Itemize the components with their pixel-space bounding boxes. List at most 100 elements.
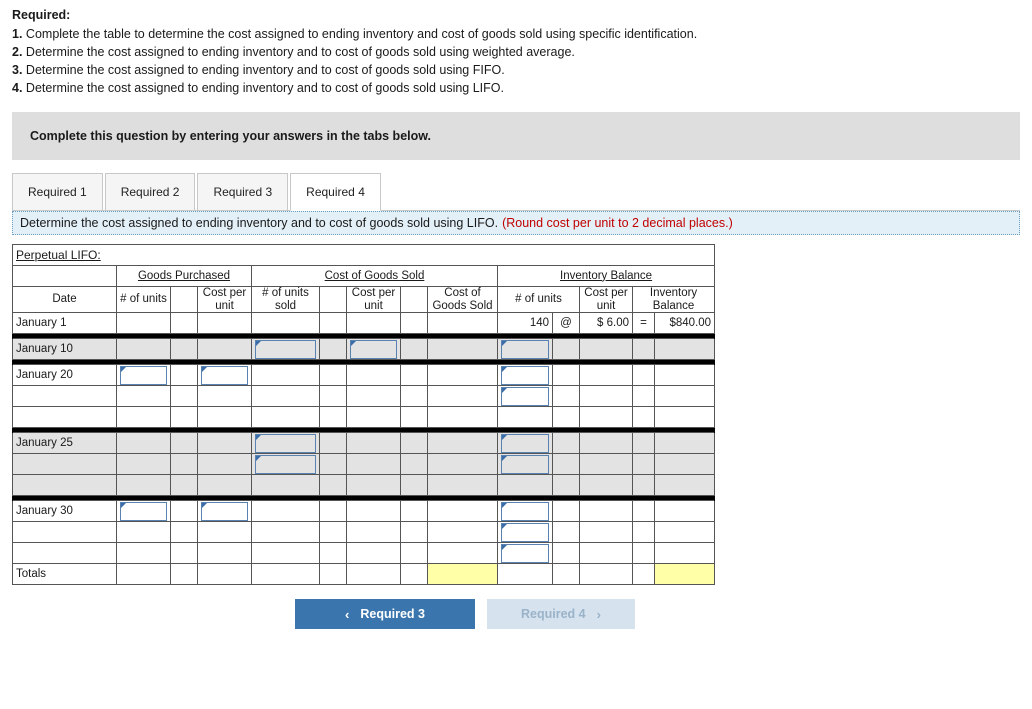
input-j25b-cogs-units[interactable]	[255, 454, 316, 474]
cell-j10-cogs-units[interactable]	[251, 338, 320, 360]
cell-j25-cogs-units[interactable]	[251, 432, 320, 454]
input-j30c-ib-units[interactable]	[501, 543, 549, 563]
input-j20b-ib-units[interactable]	[501, 386, 549, 406]
cell-j30-cogs-total	[427, 500, 498, 522]
cell-tot-ib-units	[497, 563, 553, 585]
input-j25-ib-units[interactable]	[501, 433, 549, 453]
table-row-january-30-line3	[12, 542, 716, 564]
instruction-rounding-note: (Round cost per unit to 2 decimal places…	[502, 216, 733, 230]
cell-j1-ib-at: @	[552, 312, 580, 334]
table-row-january-1: January 1 140 @ $ 6.00 = $840.00	[12, 312, 716, 334]
cell-j30-gp-cost[interactable]	[197, 500, 252, 522]
cell-j30-gp-units[interactable]	[116, 500, 171, 522]
cell-j25c-ib-cost	[579, 474, 633, 496]
cell-j30-ib-eq	[632, 500, 655, 522]
cell-j20c-ib-units	[497, 406, 553, 428]
cell-tot-cogs-eq	[400, 563, 428, 585]
cell-j30-ib-units[interactable]	[497, 500, 553, 522]
cell-j30c-cogs-units	[251, 542, 320, 564]
row-date-january-30: January 30	[12, 500, 117, 522]
cell-j30b-ib-units[interactable]	[497, 521, 553, 543]
cell-j30c-ib-units[interactable]	[497, 542, 553, 564]
cell-j25b-cogs-at	[319, 453, 347, 475]
input-j30-ib-units[interactable]	[501, 501, 549, 521]
cell-j25b-ib-units[interactable]	[497, 453, 553, 475]
required-item-2-number: 2.	[12, 45, 23, 59]
cell-j30c-ib-eq	[632, 542, 655, 564]
cell-j25b-date	[12, 453, 117, 475]
input-j10-cogs-cost[interactable]	[350, 339, 397, 359]
cell-j30c-cogs-total	[427, 542, 498, 564]
cell-j20b-ib-cost	[579, 385, 633, 407]
cell-j25-cogs-eq	[400, 432, 428, 454]
cell-j20b-date	[12, 385, 117, 407]
cell-j1-ib-balance: $840.00	[653, 312, 716, 334]
cell-j25b-cogs-units[interactable]	[251, 453, 320, 475]
cell-j25-ib-at	[552, 432, 580, 454]
cell-j10-cogs-cost[interactable]	[346, 338, 401, 360]
cell-j20b-cogs-at	[319, 385, 347, 407]
input-j10-ib-units[interactable]	[501, 339, 549, 359]
input-j30b-ib-units[interactable]	[501, 522, 549, 542]
table-row-january-30: January 30	[12, 500, 716, 522]
cell-j10-ib-balance	[653, 338, 716, 360]
cell-j25c-ib-at	[552, 474, 580, 496]
cell-j1-gp-cost	[197, 312, 252, 334]
cell-j10-cogs-total	[427, 338, 498, 360]
required-item-3-number: 3.	[12, 63, 23, 77]
cell-j20b-ib-units[interactable]	[497, 385, 553, 407]
required-item-1-text: Complete the table to determine the cost…	[25, 27, 698, 41]
input-j30-gp-cost[interactable]	[201, 501, 248, 521]
cell-j25c-gp-at	[170, 474, 198, 496]
cell-j25-ib-units[interactable]	[497, 432, 553, 454]
next-requirement-button[interactable]: Required 4 ›	[487, 599, 635, 629]
tab-required-3[interactable]: Required 3	[197, 173, 289, 210]
cell-j20-gp-units[interactable]	[116, 364, 171, 386]
table-row-totals: Totals	[12, 563, 716, 585]
cell-j20-gp-cost[interactable]	[197, 364, 252, 386]
cell-tot-cogs-at	[319, 563, 347, 585]
cell-j30c-ib-balance	[653, 542, 716, 564]
instruction-text: Determine the cost assigned to ending in…	[20, 216, 499, 230]
required-item-4-number: 4.	[12, 81, 23, 95]
input-j20-ib-units[interactable]	[501, 365, 549, 385]
group-header-cost-of-goods-sold-label: Cost of Goods Sold	[324, 269, 425, 282]
cell-tot-gp-at	[170, 563, 198, 585]
cell-j25-ib-eq	[632, 432, 655, 454]
group-header-goods-purchased: Goods Purchased	[116, 265, 252, 287]
cell-j1-ib-units: 140	[497, 312, 553, 334]
cell-j25c-cogs-cost	[346, 474, 401, 496]
tab-required-4[interactable]: Required 4	[290, 173, 381, 211]
cell-j1-cogs-units	[251, 312, 320, 334]
cell-j20-cogs-cost	[346, 364, 401, 386]
required-item-3-text: Determine the cost assigned to ending in…	[25, 63, 505, 77]
col-header-gp-cost-per-unit: Cost per unit	[197, 286, 252, 313]
cell-j20b-cogs-total	[427, 385, 498, 407]
cell-j25c-gp-units	[116, 474, 171, 496]
cell-j1-cogs-cost	[346, 312, 401, 334]
cell-j30b-cogs-total	[427, 521, 498, 543]
input-j30-gp-units[interactable]	[120, 501, 167, 521]
input-j20-gp-units[interactable]	[120, 365, 167, 385]
cell-j20-ib-eq	[632, 364, 655, 386]
cell-j20-ib-units[interactable]	[497, 364, 553, 386]
required-heading: Required:	[12, 8, 71, 22]
table-row-january-20-line3	[12, 406, 716, 428]
input-j20-gp-cost[interactable]	[201, 365, 248, 385]
cell-j30c-gp-cost	[197, 542, 252, 564]
input-j25-cogs-units[interactable]	[255, 433, 316, 453]
tab-required-1[interactable]: Required 1	[12, 173, 103, 210]
required-item-1-number: 1.	[12, 27, 23, 41]
cell-j30c-cogs-at	[319, 542, 347, 564]
cell-tot-ib-at	[552, 563, 580, 585]
previous-requirement-button[interactable]: ‹ Required 3	[295, 599, 475, 629]
cell-j1-cogs-eq	[400, 312, 428, 334]
cell-j10-ib-units[interactable]	[497, 338, 553, 360]
next-requirement-label: Required 4	[521, 607, 586, 621]
tab-required-2[interactable]: Required 2	[104, 173, 196, 210]
input-j10-cogs-units[interactable]	[255, 339, 316, 359]
cell-j30c-gp-at	[170, 542, 198, 564]
group-header-goods-purchased-label: Goods Purchased	[137, 269, 231, 282]
perpetual-lifo-table: Perpetual LIFO: Goods Purchased Cost of …	[11, 244, 716, 585]
input-j25b-ib-units[interactable]	[501, 454, 549, 474]
